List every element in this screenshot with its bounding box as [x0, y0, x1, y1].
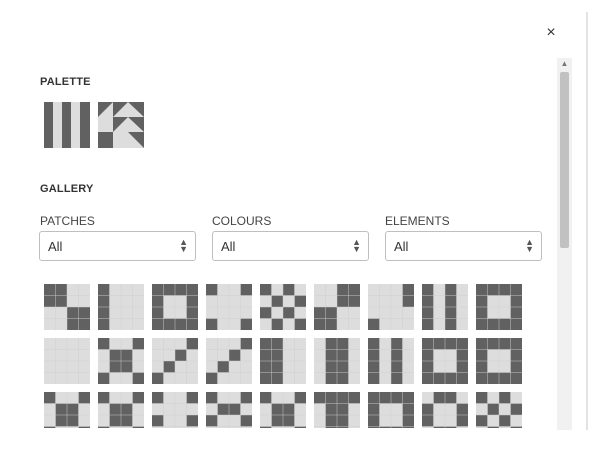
gallery-patch-tile[interactable] [314, 338, 360, 384]
colours-filter-label: COLOURS [212, 214, 272, 228]
gallery-patch-tile[interactable] [98, 392, 144, 428]
gallery-patch-tile[interactable] [206, 284, 252, 330]
palette-tiles [44, 102, 144, 148]
elements-select-value: All [394, 239, 409, 254]
gallery-patch-tile[interactable] [314, 392, 360, 428]
gallery-patch-tile[interactable] [260, 392, 306, 428]
patch-gallery-grid [44, 284, 544, 428]
gallery-patch-tile[interactable] [206, 338, 252, 384]
gallery-patch-tile[interactable] [422, 392, 468, 428]
select-arrows-icon: ▲ ▼ [179, 237, 188, 254]
gallery-patch-tile[interactable] [368, 338, 414, 384]
elements-select[interactable]: All ▲ ▼ [385, 231, 542, 261]
gallery-patch-tile[interactable] [260, 338, 306, 384]
gallery-patch-tile[interactable] [476, 284, 522, 330]
patches-select[interactable]: All ▲ ▼ [39, 231, 196, 261]
gallery-heading: GALLERY [40, 183, 94, 195]
patch-gallery-dialog: × PALETTE GALLERY PATCHES All ▲ ▼ COLOURS [0, 0, 596, 464]
close-button[interactable]: × [543, 25, 559, 41]
elements-filter-label: ELEMENTS [385, 214, 450, 228]
gallery-patch-tile[interactable] [44, 284, 90, 330]
gallery-patch-tile[interactable] [152, 284, 198, 330]
select-arrows-icon: ▲ ▼ [352, 237, 361, 254]
vertical-stripes-tile[interactable] [44, 102, 90, 148]
colours-select[interactable]: All ▲ ▼ [212, 231, 369, 261]
patches-filter-label: PATCHES [40, 214, 95, 228]
scrollbar[interactable]: ▲ [557, 58, 572, 430]
colours-select-value: All [221, 239, 236, 254]
gallery-patch-tile[interactable] [314, 284, 360, 330]
palette-heading: PALETTE [40, 76, 91, 88]
gallery-patch-tile[interactable] [152, 392, 198, 428]
gallery-patch-tile[interactable] [422, 284, 468, 330]
gallery-patch-tile[interactable] [44, 392, 90, 428]
select-arrows-icon: ▲ ▼ [525, 237, 534, 254]
diagonal-triangles-tile[interactable] [98, 102, 144, 148]
gallery-patch-tile[interactable] [44, 338, 90, 384]
dialog-edge [586, 12, 588, 430]
patches-select-value: All [48, 239, 63, 254]
gallery-patch-tile[interactable] [476, 338, 522, 384]
gallery-patch-tile[interactable] [476, 392, 522, 428]
gallery-patch-tile[interactable] [98, 338, 144, 384]
gallery-patch-tile[interactable] [98, 284, 144, 330]
gallery-patch-tile[interactable] [206, 392, 252, 428]
gallery-patch-tile[interactable] [368, 284, 414, 330]
gallery-patch-tile[interactable] [152, 338, 198, 384]
gallery-patch-tile[interactable] [260, 284, 306, 330]
scroll-up-arrow-icon[interactable]: ▲ [557, 58, 572, 70]
scrollbar-thumb[interactable] [560, 72, 569, 248]
gallery-patch-tile[interactable] [422, 338, 468, 384]
gallery-patch-tile[interactable] [368, 392, 414, 428]
dialog-bottom [0, 430, 586, 464]
